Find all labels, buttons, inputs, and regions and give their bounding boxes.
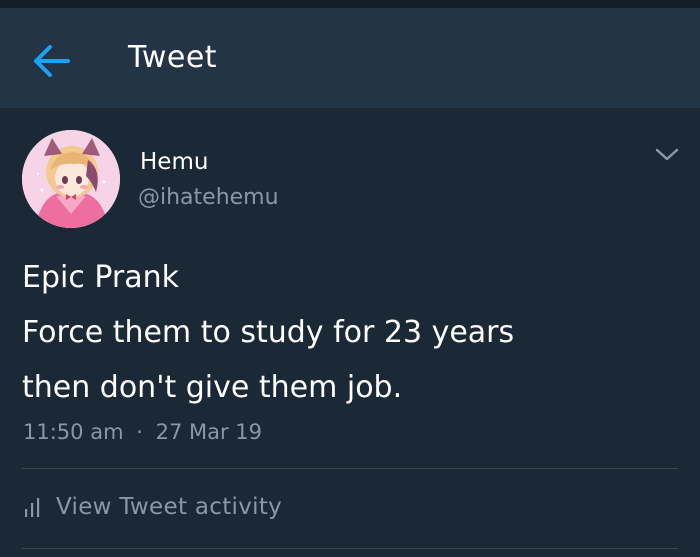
tweet-text-line: Force them to study for 23 years: [22, 315, 515, 350]
meta-separator: ·: [136, 420, 143, 444]
page-title: Tweet: [128, 40, 218, 75]
tweet-timestamp: 11:50 am · 27 Mar 19: [23, 420, 262, 444]
tweet-text-line: then don't give them job.: [22, 370, 403, 405]
top-app-bar: Tweet: [0, 8, 700, 108]
view-tweet-activity-label: View Tweet activity: [56, 494, 283, 520]
tweet-text-line: Epic Prank: [22, 260, 180, 295]
bar-chart-icon: [25, 498, 40, 517]
user-handle[interactable]: @ihatehemu: [138, 185, 279, 210]
tweet-time: 11:50 am: [23, 420, 124, 444]
view-tweet-activity-link[interactable]: View Tweet activity: [22, 492, 282, 522]
tweet-detail: Hemu @ihatehemu Epic Prank Force them to…: [0, 108, 700, 557]
arrow-left-icon: [34, 45, 70, 77]
avatar[interactable]: [22, 130, 120, 228]
divider: [22, 548, 678, 549]
tweet-text: Epic Prank Force them to study for 23 ye…: [22, 250, 682, 415]
tweet-date: 27 Mar 19: [155, 420, 263, 444]
divider: [22, 468, 678, 469]
tweet-options-button[interactable]: [652, 144, 682, 166]
back-button[interactable]: [30, 41, 74, 81]
avatar-image: [22, 130, 120, 228]
chevron-down-icon: [655, 148, 679, 161]
user-display-name[interactable]: Hemu: [140, 149, 208, 175]
status-bar-strip: [0, 0, 700, 8]
